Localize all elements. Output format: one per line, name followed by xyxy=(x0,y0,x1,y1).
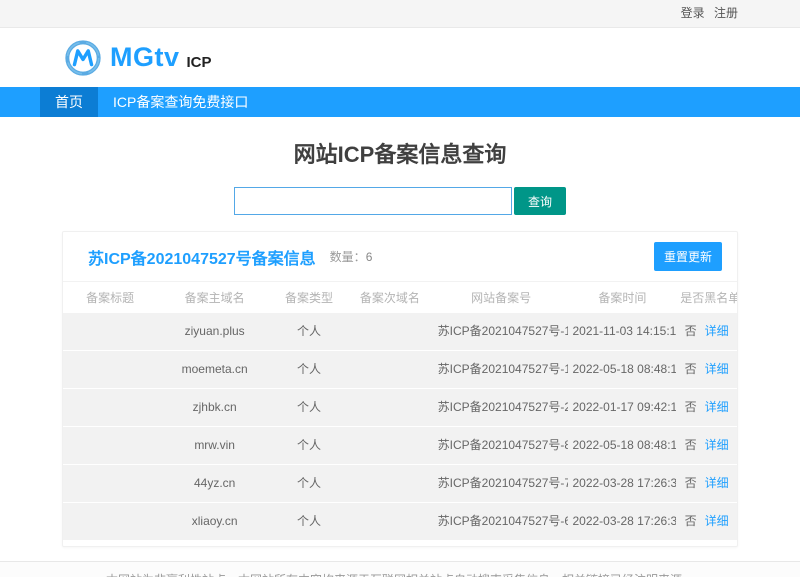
main-nav: 首页 ICP备案查询免费接口 xyxy=(0,87,800,117)
cell-blacklist: 否详细 xyxy=(676,388,737,427)
blacklist-flag: 否 xyxy=(684,362,697,376)
cell-time: 2022-05-18 08:48:17 xyxy=(568,350,677,389)
table-row: xliaoy.cn 个人 苏ICP备2021047527号-6 2022-03-… xyxy=(63,502,737,541)
detail-link[interactable]: 详细 xyxy=(705,362,729,376)
cell-type: 个人 xyxy=(271,502,347,541)
cell-time: 2022-03-28 17:26:34 xyxy=(568,464,677,503)
result-count-value: 6 xyxy=(365,250,373,264)
table-header-row: 备案标题 备案主域名 备案类型 备案次域名 网站备案号 备案时间 是否黑名单 xyxy=(63,282,737,313)
detail-link[interactable]: 详细 xyxy=(705,438,729,452)
search-bar: 查询 xyxy=(0,187,800,215)
reset-update-button[interactable]: 重置更新 xyxy=(653,242,722,271)
cell-domain: xliaoy.cn xyxy=(157,502,272,541)
cell-title xyxy=(63,388,158,427)
cell-icp-number: 苏ICP备2021047527号-8 xyxy=(433,426,569,465)
cell-domain: 44yz.cn xyxy=(157,464,272,503)
cell-time: 2021-11-03 14:15:11 xyxy=(568,313,677,351)
cell-subdomain xyxy=(346,350,434,389)
cell-subdomain xyxy=(346,464,434,503)
table-row: moemeta.cn 个人 苏ICP备2021047527号-10 2022-0… xyxy=(63,350,737,389)
cell-type: 个人 xyxy=(271,426,347,465)
brand-suffix: ICP xyxy=(186,54,212,71)
column-header-title: 备案标题 xyxy=(63,282,158,313)
column-header-subdomain: 备案次域名 xyxy=(346,282,434,313)
mgtv-logo-icon xyxy=(65,39,101,76)
blacklist-flag: 否 xyxy=(684,324,697,338)
cell-domain: moemeta.cn xyxy=(157,350,272,389)
detail-link[interactable]: 详细 xyxy=(705,514,729,528)
cell-subdomain xyxy=(346,502,434,541)
main-content: 网站ICP备案信息查询 查询 苏ICP备2021047527号备案信息 数量：6… xyxy=(0,142,800,547)
cell-subdomain xyxy=(346,426,434,465)
cell-type: 个人 xyxy=(271,350,347,389)
cell-icp-number: 苏ICP备2021047527号-1 xyxy=(433,313,569,351)
cell-time: 2022-05-18 08:48:15 xyxy=(568,426,677,465)
column-header-type: 备案类型 xyxy=(271,282,347,313)
footer-disclaimer: 本网站为非赢利性站点，本网站所有内容均来源于互联网相关站点自动搜索采集信息，相关… xyxy=(106,573,694,577)
nav-item-icp-api[interactable]: ICP备案查询免费接口 xyxy=(98,87,263,117)
detail-link[interactable]: 详细 xyxy=(705,324,729,338)
cell-title xyxy=(63,350,158,389)
table-row: 44yz.cn 个人 苏ICP备2021047527号-7 2022-03-28… xyxy=(63,464,737,503)
site-header: MGtv ICP xyxy=(0,28,800,87)
cell-title xyxy=(63,426,158,465)
icp-table: 备案标题 备案主域名 备案类型 备案次域名 网站备案号 备案时间 是否黑名单 z… xyxy=(63,282,737,541)
column-header-domain: 备案主域名 xyxy=(157,282,272,313)
panel-title: 苏ICP备2021047527号备案信息 xyxy=(88,250,316,268)
column-header-time: 备案时间 xyxy=(568,282,677,313)
cell-time: 2022-03-28 17:26:33 xyxy=(568,502,677,541)
register-link[interactable]: 注册 xyxy=(714,6,738,20)
cell-domain: zjhbk.cn xyxy=(157,388,272,427)
cell-title xyxy=(63,502,158,541)
cell-type: 个人 xyxy=(271,388,347,427)
blacklist-flag: 否 xyxy=(684,438,697,452)
cell-type: 个人 xyxy=(271,464,347,503)
table-row: mrw.vin 个人 苏ICP备2021047527号-8 2022-05-18… xyxy=(63,426,737,465)
cell-title xyxy=(63,313,158,351)
result-count-label: 数量： xyxy=(329,250,366,264)
cell-blacklist: 否详细 xyxy=(676,502,737,541)
cell-icp-number: 苏ICP备2021047527号-2 xyxy=(433,388,569,427)
logo[interactable]: MGtv ICP xyxy=(64,39,212,77)
top-utility-bar: 登录 注册 xyxy=(0,0,800,28)
cell-blacklist: 否详细 xyxy=(676,350,737,389)
detail-link[interactable]: 详细 xyxy=(705,476,729,490)
cell-icp-number: 苏ICP备2021047527号-7 xyxy=(433,464,569,503)
cell-subdomain xyxy=(346,313,434,351)
result-panel: 苏ICP备2021047527号备案信息 数量：6 重置更新 备案标题 备案主域… xyxy=(62,231,738,547)
page-title: 网站ICP备案信息查询 xyxy=(293,142,507,167)
nav-item-home[interactable]: 首页 xyxy=(40,87,98,117)
column-header-icp-number: 网站备案号 xyxy=(433,282,569,313)
brand-name: MGtv xyxy=(110,42,180,72)
cell-domain: ziyuan.plus xyxy=(157,313,272,351)
cell-subdomain xyxy=(346,388,434,427)
search-input[interactable] xyxy=(234,187,512,215)
cell-time: 2022-01-17 09:42:17 xyxy=(568,388,677,427)
table-row: ziyuan.plus 个人 苏ICP备2021047527号-1 2021-1… xyxy=(63,313,737,351)
cell-blacklist: 否详细 xyxy=(676,464,737,503)
cell-blacklist: 否详细 xyxy=(676,313,737,351)
cell-icp-number: 苏ICP备2021047527号-6 xyxy=(433,502,569,541)
result-count: 数量：6 xyxy=(330,248,373,265)
column-header-blacklist: 是否黑名单 xyxy=(676,282,737,313)
cell-type: 个人 xyxy=(271,313,347,351)
login-link[interactable]: 登录 xyxy=(681,6,705,20)
cell-icp-number: 苏ICP备2021047527号-10 xyxy=(433,350,569,389)
blacklist-flag: 否 xyxy=(684,400,697,414)
detail-link[interactable]: 详细 xyxy=(705,400,729,414)
panel-header: 苏ICP备2021047527号备案信息 数量：6 重置更新 xyxy=(63,232,737,282)
blacklist-flag: 否 xyxy=(684,514,697,528)
cell-blacklist: 否详细 xyxy=(676,426,737,465)
page-footer: 本网站为非赢利性站点，本网站所有内容均来源于互联网相关站点自动搜索采集信息，相关… xyxy=(0,561,800,577)
table-row: zjhbk.cn 个人 苏ICP备2021047527号-2 2022-01-1… xyxy=(63,388,737,427)
cell-title xyxy=(63,464,158,503)
query-button[interactable]: 查询 xyxy=(514,187,566,215)
blacklist-flag: 否 xyxy=(684,476,697,490)
cell-domain: mrw.vin xyxy=(157,426,272,465)
